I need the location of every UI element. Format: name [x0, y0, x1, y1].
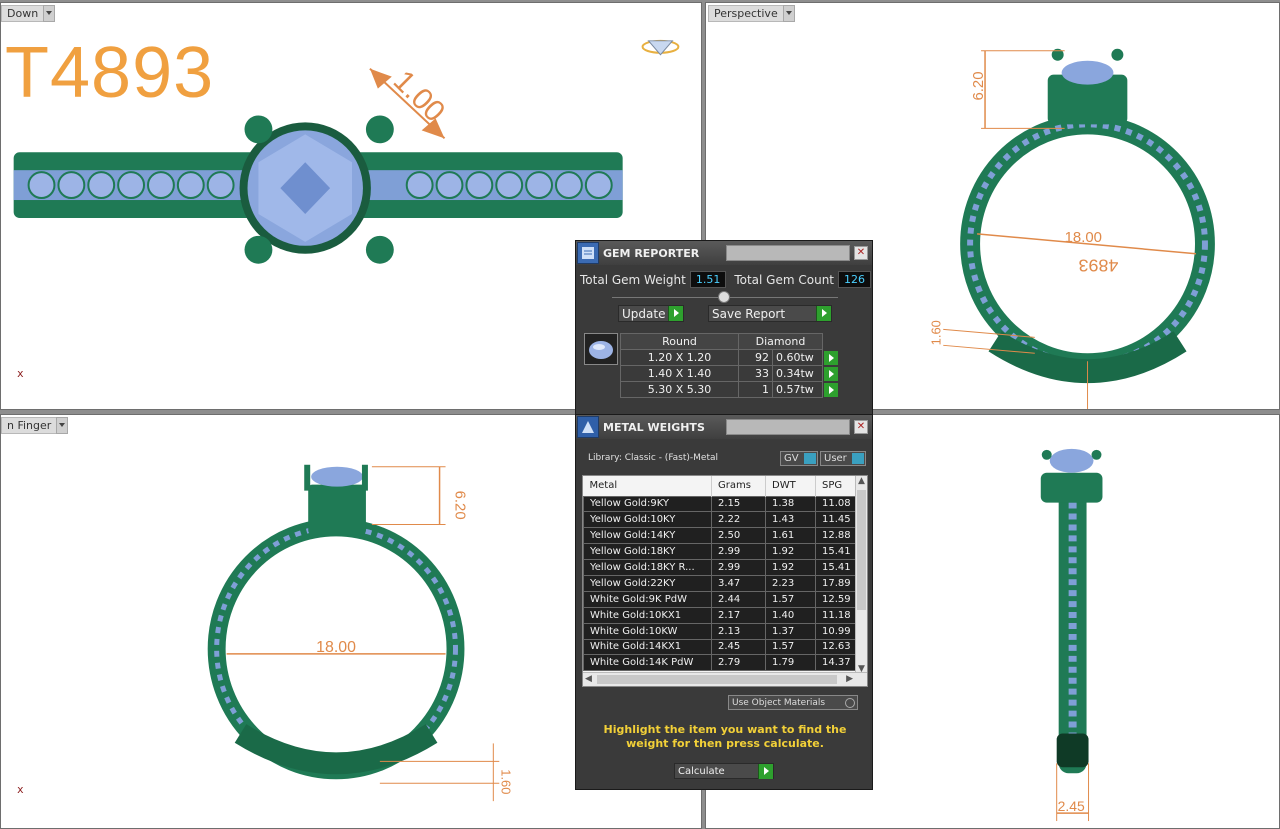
- horizontal-scrollbar[interactable]: ◀ ▶: [583, 672, 867, 686]
- svg-text:1.60: 1.60: [498, 769, 513, 794]
- material-header: Diamond: [738, 333, 823, 350]
- col-metal[interactable]: Metal: [583, 476, 712, 496]
- table-row[interactable]: Yellow Gold:18KY R... 2.99 1.92 15.41: [583, 559, 859, 576]
- viewport-label: n Finger: [1, 417, 57, 434]
- select-arrow-icon[interactable]: [824, 350, 838, 365]
- table-row[interactable]: 1.40 X 1.40 33 0.34tw: [620, 365, 839, 382]
- svg-text:6.20: 6.20: [970, 72, 987, 101]
- table-row[interactable]: White Gold:10KX1 2.17 1.40 11.18: [583, 606, 859, 624]
- total-gem-count-label: Total Gem Count: [734, 272, 835, 287]
- chevron-down-icon[interactable]: [56, 417, 69, 434]
- play-icon: [668, 306, 683, 321]
- col-dwt[interactable]: DWT: [765, 476, 816, 496]
- round-gem-icon: [584, 333, 618, 365]
- table-row[interactable]: Yellow Gold:14KY 2.50 1.61 12.88: [583, 527, 859, 545]
- svg-text:4893: 4893: [1079, 256, 1119, 276]
- close-icon[interactable]: ✕: [854, 246, 868, 260]
- table-row[interactable]: Yellow Gold:10KY 2.22 1.43 11.45: [583, 511, 859, 529]
- chevron-down-icon[interactable]: [43, 5, 56, 22]
- col-grams[interactable]: Grams: [711, 476, 766, 496]
- table-row[interactable]: Yellow Gold:22KY 3.47 2.23 17.89: [583, 574, 859, 592]
- chevron-down-icon[interactable]: [782, 5, 795, 22]
- svg-text:6.20: 6.20: [451, 491, 468, 520]
- col-spg[interactable]: SPG: [815, 476, 859, 496]
- scroll-left-icon[interactable]: ◀: [585, 674, 592, 684]
- scroll-right-icon[interactable]: ▶: [846, 674, 853, 684]
- viewport-title-perspective[interactable]: Perspective: [708, 5, 795, 22]
- toggle-icon: [845, 698, 855, 708]
- collapse-handle-icon[interactable]: [718, 291, 730, 303]
- viewport-label: Perspective: [708, 5, 783, 22]
- gem-totals-row: Total Gem Weight 1.51 Total Gem Count 12…: [580, 271, 872, 288]
- metal-weights-title: METAL WEIGHTS: [603, 420, 705, 434]
- library-label: Library: Classic - (Fast)-Metal: [588, 453, 719, 463]
- svg-text:1.60: 1.60: [928, 320, 943, 345]
- total-gem-count-value: 126: [838, 271, 872, 288]
- table-row[interactable]: White Gold:14K PdW 2.79 1.79 14.37: [583, 654, 859, 672]
- calculate-hint: Highlight the item you want to find the …: [603, 723, 847, 750]
- metal-weights-panel: METAL WEIGHTS ✕ Library: Classic - (Fast…: [575, 414, 873, 790]
- table-row[interactable]: Yellow Gold:18KY 2.99 1.92 15.41: [583, 543, 859, 561]
- viewport-label: Down: [1, 5, 44, 22]
- total-gem-weight-label: Total Gem Weight: [580, 272, 686, 287]
- gem-reporter-title: GEM REPORTER: [603, 246, 700, 260]
- gv-toggle[interactable]: GV: [780, 451, 818, 466]
- play-icon: [816, 306, 831, 321]
- svg-text:18.00: 18.00: [316, 639, 356, 656]
- metal-weights-icon: [577, 416, 599, 438]
- table-row[interactable]: 1.20 X 1.20 92 0.60tw: [620, 349, 839, 366]
- update-button[interactable]: Update: [618, 305, 684, 322]
- table-row[interactable]: Yellow Gold:9KY 2.15 1.38 11.08: [583, 495, 859, 513]
- shape-header: Round: [620, 333, 739, 350]
- viewport-title-top[interactable]: Down: [1, 5, 56, 22]
- select-arrow-icon[interactable]: [824, 382, 838, 397]
- calculate-button[interactable]: Calculate: [674, 763, 774, 779]
- use-object-materials-button[interactable]: Use Object Materials: [728, 695, 858, 710]
- viewport-title-front[interactable]: n Finger: [1, 417, 69, 434]
- svg-text:18.00: 18.00: [1065, 229, 1102, 246]
- svg-text:2.45: 2.45: [1058, 798, 1085, 814]
- play-icon: [758, 764, 773, 779]
- total-gem-weight-value: 1.51: [689, 271, 727, 288]
- metal-table[interactable]: Metal Grams DWT SPG Yellow Gold:9KY 2.15 1…: [582, 475, 868, 687]
- close-icon[interactable]: ✕: [854, 420, 868, 434]
- vertical-scrollbar[interactable]: ▲ ▼: [855, 476, 867, 674]
- table-row[interactable]: 5.30 X 5.30 1 0.57tw: [620, 381, 839, 398]
- axis-label: x: [17, 367, 24, 380]
- select-arrow-icon[interactable]: [824, 366, 838, 381]
- gem-table: Round Diamond 1.20 X 1.20 92 0.60tw 1.40…: [620, 333, 839, 398]
- gem-reporter-titlebar[interactable]: GEM REPORTER ✕: [576, 241, 872, 265]
- svg-text:1.00: 1.00: [387, 64, 451, 128]
- model-code: T4893: [5, 33, 215, 113]
- diamond-icon: [641, 39, 680, 56]
- table-row[interactable]: White Gold:10KW 2.13 1.37 10.99: [583, 622, 859, 640]
- axis-label: x: [17, 783, 24, 796]
- table-row[interactable]: White Gold:14KX1 2.45 1.57 12.63: [583, 638, 859, 656]
- scroll-up-icon[interactable]: ▲: [858, 476, 865, 486]
- save-report-button[interactable]: Save Report: [708, 305, 832, 322]
- gem-reporter-icon: [577, 242, 599, 264]
- metal-weights-titlebar[interactable]: METAL WEIGHTS ✕: [576, 415, 872, 439]
- gem-reporter-panel: GEM REPORTER ✕ Total Gem Weight 1.51 Tot…: [575, 240, 873, 415]
- user-toggle[interactable]: User: [820, 451, 866, 466]
- table-row[interactable]: White Gold:9K PdW 2.44 1.57 12.59: [583, 590, 859, 608]
